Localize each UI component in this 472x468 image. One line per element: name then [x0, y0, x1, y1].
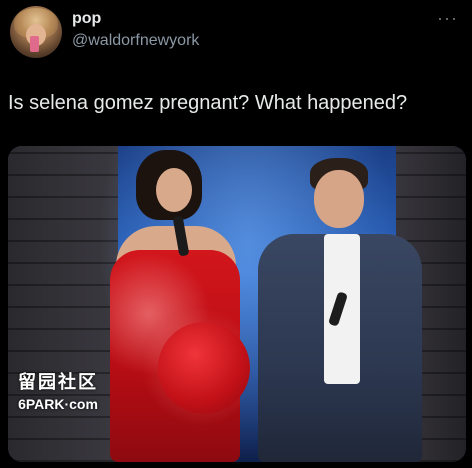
watermark-line1: 留园社区 [18, 372, 98, 392]
man-face [314, 170, 364, 228]
avatar-phone [30, 36, 39, 52]
avatar[interactable] [10, 6, 62, 58]
author-handle[interactable]: @waldorfnewyork [72, 32, 199, 50]
dress-front [158, 322, 250, 414]
tweet-text: Is selena gomez pregnant? What happened? [8, 92, 408, 114]
watermark: 留园社区 6PARK·com [8, 368, 108, 412]
tweet-media-image[interactable]: 留园社区 6PARK·com [8, 146, 466, 462]
more-options-icon[interactable]: ··· [437, 8, 458, 29]
author-display-name[interactable]: pop [72, 10, 101, 28]
woman-face [156, 168, 192, 212]
watermark-line2: 6PARK·com [18, 396, 98, 412]
